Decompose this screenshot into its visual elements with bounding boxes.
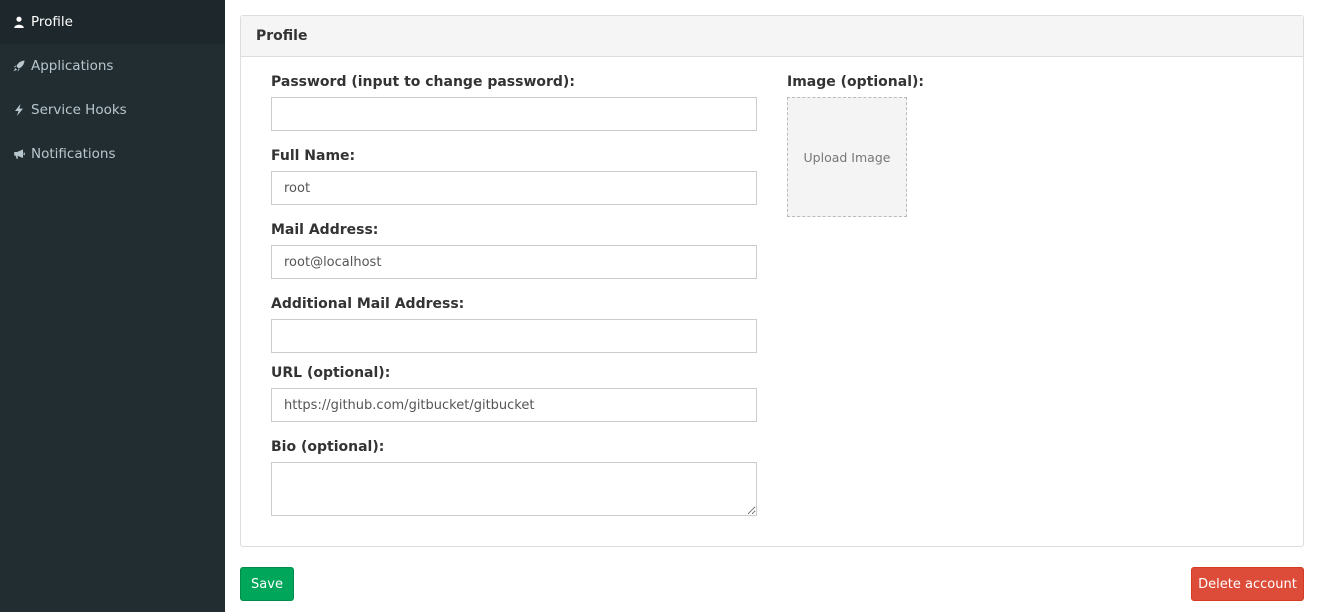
sidebar: Profile Applications Service Hooks Notif… xyxy=(0,0,225,612)
password-label: Password (input to change password): xyxy=(271,74,575,90)
image-label: Image (optional): xyxy=(787,74,924,90)
profile-panel: Profile Password (input to change passwo… xyxy=(240,15,1304,547)
mail-address-field[interactable] xyxy=(271,245,757,279)
url-field[interactable] xyxy=(271,388,757,422)
full-name-field[interactable] xyxy=(271,171,757,205)
panel-title: Profile xyxy=(241,16,1303,57)
mail-address-label: Mail Address: xyxy=(271,222,379,238)
full-name-label: Full Name: xyxy=(271,148,356,164)
additional-mail-label: Additional Mail Address: xyxy=(271,296,465,312)
profile-form-left: Password (input to change password): Ful… xyxy=(271,73,757,532)
main-content: Profile Password (input to change passwo… xyxy=(225,0,1319,612)
megaphone-icon xyxy=(12,147,26,161)
sidebar-item-label: Profile xyxy=(31,14,73,30)
sidebar-item-label: Applications xyxy=(31,58,114,74)
zap-icon xyxy=(12,103,26,117)
additional-mail-field[interactable] xyxy=(271,319,757,353)
upload-image-dropzone[interactable]: Upload Image xyxy=(787,97,907,217)
sidebar-item-label: Service Hooks xyxy=(31,102,127,118)
sidebar-item-label: Notifications xyxy=(31,146,116,162)
bio-textarea[interactable] xyxy=(271,462,757,516)
sidebar-item-notifications[interactable]: Notifications xyxy=(0,132,225,176)
save-button[interactable]: Save xyxy=(240,567,294,601)
upload-image-text: Upload Image xyxy=(803,149,891,165)
sidebar-item-profile[interactable]: Profile xyxy=(0,0,225,44)
profile-form-right: Image (optional): Upload Image xyxy=(787,73,1087,217)
delete-account-button[interactable]: Delete account xyxy=(1191,567,1304,601)
password-field[interactable] xyxy=(271,97,757,131)
sidebar-item-applications[interactable]: Applications xyxy=(0,44,225,88)
person-icon xyxy=(12,15,26,29)
url-label: URL (optional): xyxy=(271,365,391,381)
sidebar-item-service-hooks[interactable]: Service Hooks xyxy=(0,88,225,132)
bio-label: Bio (optional): xyxy=(271,439,385,455)
rocket-icon xyxy=(12,59,26,73)
